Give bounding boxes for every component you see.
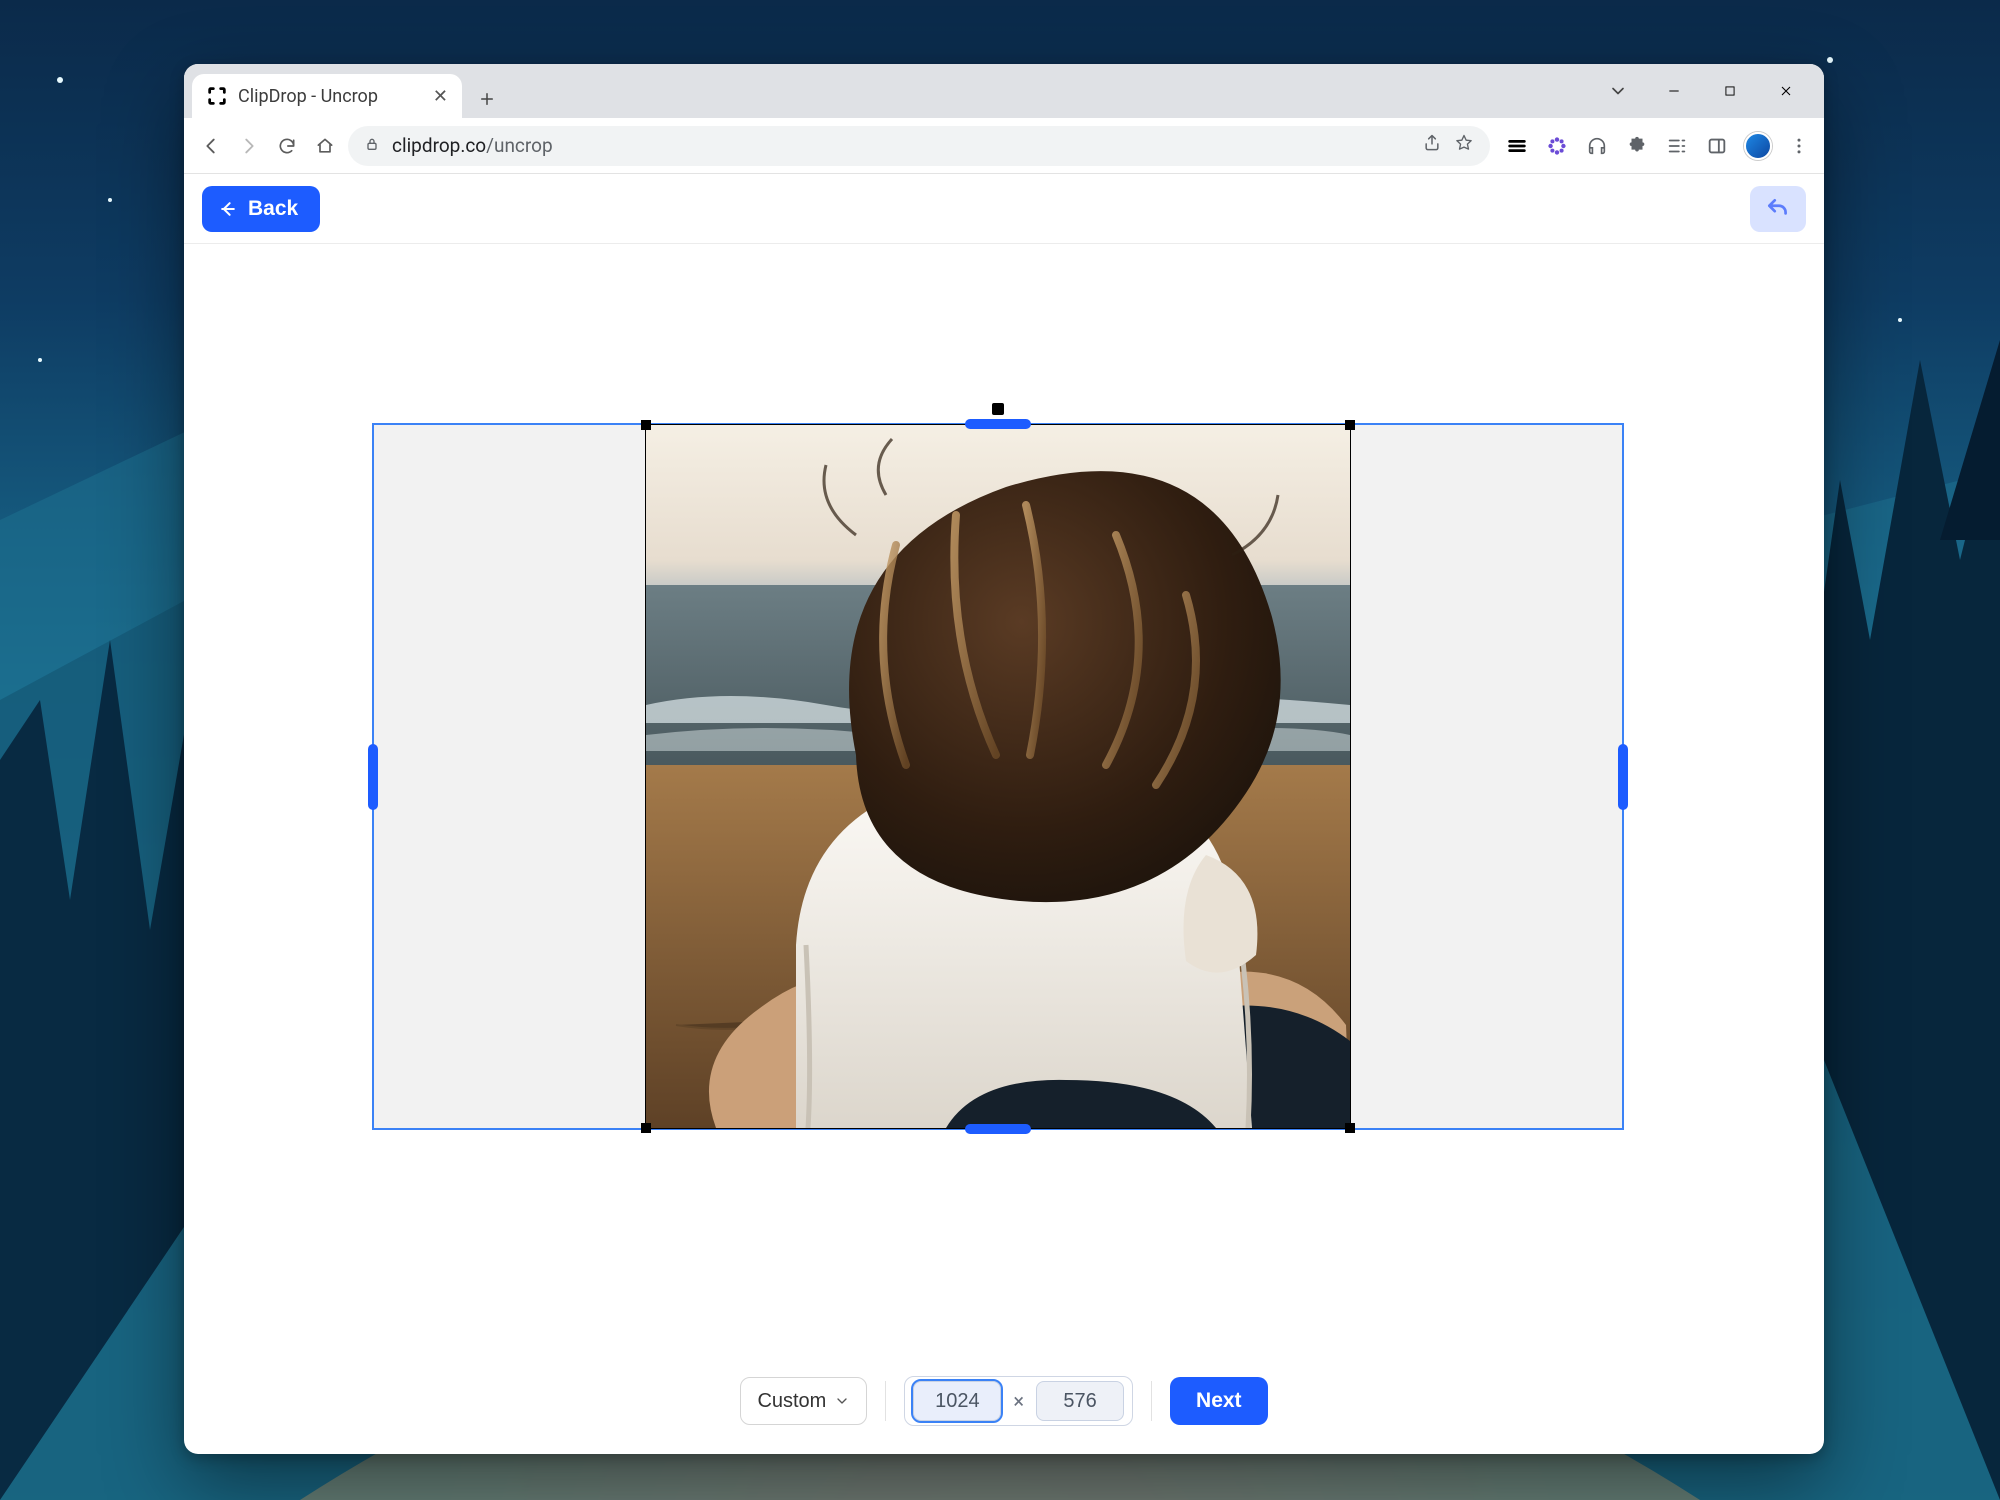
aspect-ratio-select[interactable]: Custom (740, 1377, 867, 1425)
back-button-label: Back (248, 197, 298, 221)
extension-headphones-icon[interactable] (1584, 133, 1610, 159)
tab-title: ClipDrop - Uncrop (238, 86, 423, 107)
gap-knob[interactable] (992, 403, 1004, 415)
side-panel-icon[interactable] (1704, 133, 1730, 159)
next-button-label: Next (1196, 1389, 1242, 1412)
address-bar[interactable]: clipdrop.co/uncrop (348, 126, 1490, 166)
profile-avatar[interactable] (1744, 132, 1772, 160)
nav-reload-button[interactable] (272, 131, 302, 161)
tab-overflow-icon[interactable] (1590, 69, 1646, 113)
extensions-puzzle-icon[interactable] (1624, 133, 1650, 159)
clipdrop-favicon (206, 85, 228, 107)
extension-icons (1498, 132, 1812, 160)
window-minimize-button[interactable] (1646, 69, 1702, 113)
crop-handle-right[interactable] (1618, 744, 1628, 810)
width-input[interactable] (913, 1381, 1001, 1421)
window-close-button[interactable] (1758, 69, 1814, 113)
url-text: clipdrop.co/uncrop (392, 134, 1410, 157)
clipdrop-app: Back (184, 174, 1824, 1454)
image-corner-handle[interactable] (1345, 420, 1355, 430)
image-corner-handle[interactable] (1345, 1123, 1355, 1133)
browser-toolbar: clipdrop.co/uncrop (184, 118, 1824, 174)
separator (1151, 1381, 1152, 1421)
extension-flower-icon[interactable] (1544, 133, 1570, 159)
nav-forward-button[interactable] (234, 131, 264, 161)
source-image-box[interactable] (646, 425, 1350, 1128)
tab-close-icon[interactable]: ✕ (433, 86, 448, 107)
browser-tab[interactable]: ClipDrop - Uncrop ✕ (192, 74, 462, 118)
new-tab-button[interactable] (468, 80, 506, 118)
back-button[interactable]: Back (202, 186, 320, 232)
bottom-controls: Custom × Next (184, 1376, 1824, 1426)
extension-stack-icon[interactable] (1504, 133, 1530, 159)
browser-window: ClipDrop - Uncrop ✕ (184, 64, 1824, 1454)
nav-home-button[interactable] (310, 131, 340, 161)
chrome-menu-icon[interactable] (1786, 133, 1812, 159)
share-icon[interactable] (1422, 133, 1442, 158)
app-header: Back (184, 174, 1824, 244)
source-photo (646, 425, 1350, 1128)
bookmark-star-icon[interactable] (1454, 133, 1474, 158)
dimension-inputs: × (904, 1376, 1133, 1426)
crop-handle-top[interactable] (965, 419, 1031, 429)
window-controls (1590, 64, 1814, 118)
separator (885, 1381, 886, 1421)
crop-handle-bottom[interactable] (965, 1124, 1031, 1134)
tab-strip: ClipDrop - Uncrop ✕ (184, 64, 1824, 118)
lock-icon (364, 134, 380, 157)
canvas-area: Custom × Next (184, 244, 1824, 1454)
window-maximize-button[interactable] (1702, 69, 1758, 113)
image-corner-handle[interactable] (641, 420, 651, 430)
aspect-ratio-label: Custom (757, 1390, 826, 1413)
crop-handle-left[interactable] (368, 744, 378, 810)
image-corner-handle[interactable] (641, 1123, 651, 1133)
uncrop-frame[interactable] (374, 425, 1622, 1128)
height-input[interactable] (1036, 1381, 1124, 1421)
reading-list-icon[interactable] (1664, 133, 1690, 159)
dimension-multiply: × (1013, 1389, 1024, 1413)
next-button[interactable]: Next (1170, 1377, 1268, 1425)
nav-back-button[interactable] (196, 131, 226, 161)
chevron-down-icon (834, 1393, 850, 1409)
undo-button[interactable] (1750, 186, 1806, 232)
